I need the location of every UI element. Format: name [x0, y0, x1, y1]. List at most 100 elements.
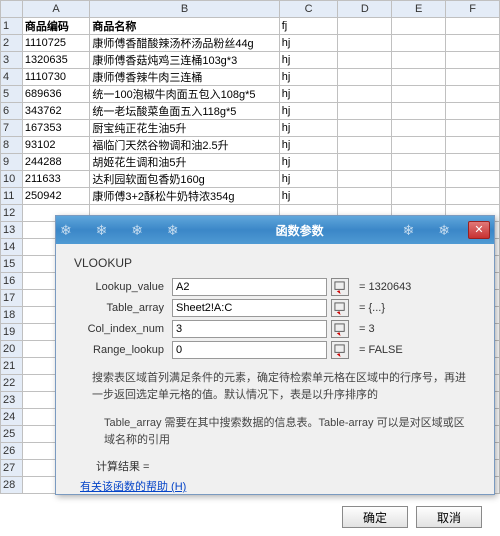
- cell[interactable]: 1110730: [22, 69, 89, 86]
- cell[interactable]: 689636: [22, 86, 89, 103]
- cell[interactable]: [392, 18, 446, 35]
- cell[interactable]: 康师傅3+2酥松牛奶特浓354g: [90, 188, 279, 205]
- row-header[interactable]: 18: [1, 307, 23, 324]
- cell[interactable]: [392, 188, 446, 205]
- cell[interactable]: hj: [279, 188, 338, 205]
- cell[interactable]: [446, 18, 500, 35]
- cell[interactable]: 达利园软面包香奶160g: [90, 171, 279, 188]
- row-header[interactable]: 16: [1, 273, 23, 290]
- cell[interactable]: 福临门天然谷物调和油2.5升: [90, 137, 279, 154]
- cell[interactable]: [446, 188, 500, 205]
- cell[interactable]: 统一老坛酸菜鱼面五入118g*5: [90, 103, 279, 120]
- help-link[interactable]: 有关该函数的帮助 (H): [80, 478, 186, 494]
- cell[interactable]: [446, 35, 500, 52]
- cell[interactable]: hj: [279, 103, 338, 120]
- cell[interactable]: 1110725: [22, 35, 89, 52]
- cell[interactable]: [392, 86, 446, 103]
- cell[interactable]: hj: [279, 154, 338, 171]
- cell[interactable]: [338, 103, 392, 120]
- cell[interactable]: [446, 69, 500, 86]
- row-header[interactable]: 25: [1, 426, 23, 443]
- row-header[interactable]: 27: [1, 460, 23, 477]
- row-header[interactable]: 14: [1, 239, 23, 256]
- row-header[interactable]: 13: [1, 222, 23, 239]
- cell[interactable]: [338, 86, 392, 103]
- cell[interactable]: [338, 120, 392, 137]
- column-header[interactable]: F: [446, 1, 500, 18]
- row-header[interactable]: 26: [1, 443, 23, 460]
- cell[interactable]: hj: [279, 69, 338, 86]
- cell[interactable]: fj: [279, 18, 338, 35]
- row-header[interactable]: 7: [1, 120, 23, 137]
- param-input[interactable]: [172, 320, 327, 338]
- cell[interactable]: [446, 154, 500, 171]
- column-header[interactable]: A: [22, 1, 89, 18]
- cell[interactable]: hj: [279, 52, 338, 69]
- row-header[interactable]: 6: [1, 103, 23, 120]
- row-header[interactable]: 3: [1, 52, 23, 69]
- row-header[interactable]: 19: [1, 324, 23, 341]
- cell[interactable]: 康师傅香辣牛肉三连桶: [90, 69, 279, 86]
- cell[interactable]: hj: [279, 86, 338, 103]
- cell[interactable]: [446, 103, 500, 120]
- range-picker-icon[interactable]: [331, 320, 349, 338]
- ok-button[interactable]: 确定: [342, 506, 408, 528]
- cell[interactable]: 250942: [22, 188, 89, 205]
- cancel-button[interactable]: 取消: [416, 506, 482, 528]
- row-header[interactable]: 8: [1, 137, 23, 154]
- row-header[interactable]: 24: [1, 409, 23, 426]
- row-header[interactable]: 10: [1, 171, 23, 188]
- row-header[interactable]: 28: [1, 477, 23, 494]
- cell[interactable]: [338, 171, 392, 188]
- row-header[interactable]: 1: [1, 18, 23, 35]
- cell[interactable]: hj: [279, 120, 338, 137]
- param-input[interactable]: [172, 299, 327, 317]
- row-header[interactable]: 20: [1, 341, 23, 358]
- row-header[interactable]: 4: [1, 69, 23, 86]
- cell[interactable]: [338, 35, 392, 52]
- dialog-titlebar[interactable]: ❄ ❄ ❄ ❄ 函数参数 ❄ ❄ ✕: [56, 216, 494, 244]
- cell[interactable]: 167353: [22, 120, 89, 137]
- row-header[interactable]: 2: [1, 35, 23, 52]
- range-picker-icon[interactable]: [331, 341, 349, 359]
- cell[interactable]: hj: [279, 137, 338, 154]
- cell[interactable]: 厨宝纯正花生油5升: [90, 120, 279, 137]
- cell[interactable]: [338, 52, 392, 69]
- row-header[interactable]: 17: [1, 290, 23, 307]
- range-picker-icon[interactable]: [331, 299, 349, 317]
- cell[interactable]: 244288: [22, 154, 89, 171]
- column-header[interactable]: [1, 1, 23, 18]
- cell[interactable]: 211633: [22, 171, 89, 188]
- cell[interactable]: [392, 120, 446, 137]
- cell[interactable]: hj: [279, 171, 338, 188]
- cell[interactable]: 商品编码: [22, 18, 89, 35]
- cell[interactable]: [446, 86, 500, 103]
- cell[interactable]: [446, 171, 500, 188]
- cell[interactable]: [338, 188, 392, 205]
- cell[interactable]: [392, 154, 446, 171]
- param-input[interactable]: [172, 278, 327, 296]
- cell[interactable]: 统一100泡椒牛肉面五包入108g*5: [90, 86, 279, 103]
- row-header[interactable]: 22: [1, 375, 23, 392]
- cell[interactable]: 1320635: [22, 52, 89, 69]
- column-header[interactable]: D: [338, 1, 392, 18]
- cell[interactable]: [392, 171, 446, 188]
- cell[interactable]: [338, 154, 392, 171]
- cell[interactable]: [446, 120, 500, 137]
- cell[interactable]: 康师傅香醋酸辣汤杯汤品粉丝44g: [90, 35, 279, 52]
- row-header[interactable]: 23: [1, 392, 23, 409]
- cell[interactable]: 胡姬花生调和油5升: [90, 154, 279, 171]
- cell[interactable]: [338, 69, 392, 86]
- column-header[interactable]: B: [90, 1, 279, 18]
- range-picker-icon[interactable]: [331, 278, 349, 296]
- cell[interactable]: 商品名称: [90, 18, 279, 35]
- row-header[interactable]: 15: [1, 256, 23, 273]
- cell[interactable]: [392, 103, 446, 120]
- row-header[interactable]: 9: [1, 154, 23, 171]
- cell[interactable]: 343762: [22, 103, 89, 120]
- column-header[interactable]: C: [279, 1, 338, 18]
- cell[interactable]: [392, 35, 446, 52]
- row-header[interactable]: 5: [1, 86, 23, 103]
- cell[interactable]: [446, 52, 500, 69]
- close-icon[interactable]: ✕: [468, 221, 490, 239]
